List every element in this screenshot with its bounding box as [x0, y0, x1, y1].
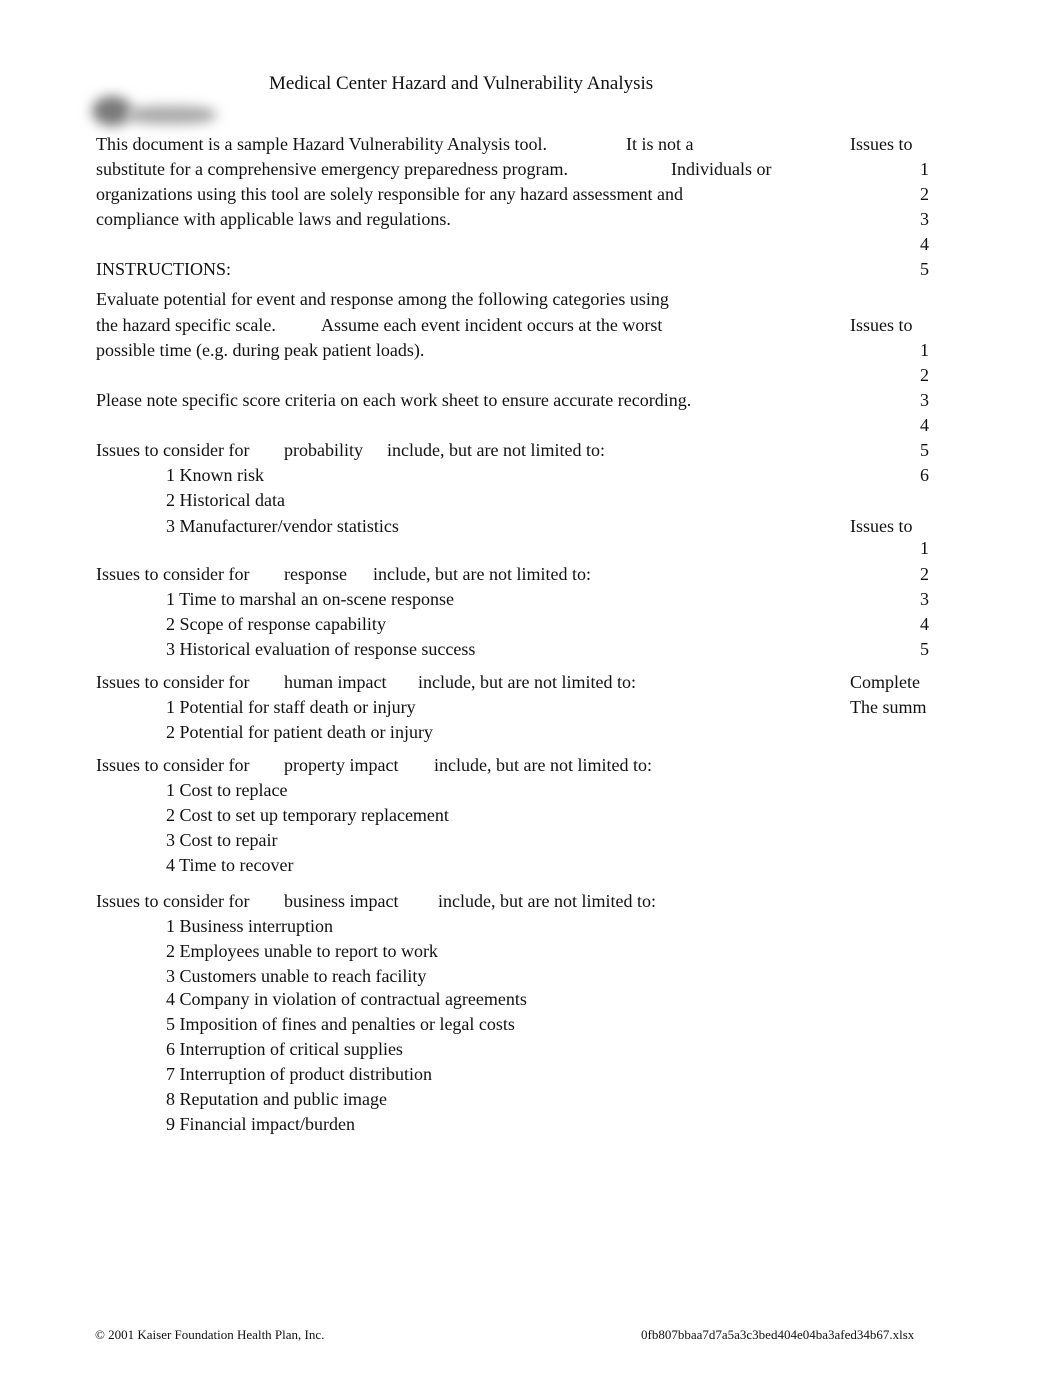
intro-line-3: organizations using this tool are solely… [96, 184, 684, 204]
instructions-note: Please note specific score criteria on e… [96, 390, 692, 410]
category-business-impact-prefix: Issues to consider for [96, 891, 250, 911]
right-column-number: 4 [920, 415, 929, 435]
category-response-suffix: include, but are not limited to: [373, 564, 591, 584]
right-column-number: 4 [920, 614, 929, 634]
instructions-line-3: possible time (e.g. during peak patient … [96, 340, 425, 360]
right-column-number: 6 [920, 465, 929, 485]
right-column-number: 1 [920, 340, 929, 360]
right-column-number: 3 [920, 209, 929, 229]
page-title: Medical Center Hazard and Vulnerability … [269, 73, 654, 94]
category-human-impact-name: human impact [284, 672, 387, 692]
list-item: 1 Business interruption [166, 916, 333, 936]
intro-line-1a: This document is a sample Hazard Vulnera… [96, 134, 548, 154]
right-column-number: 2 [920, 184, 929, 204]
category-property-impact-name: property impact [284, 755, 399, 775]
list-item: 1 Known risk [166, 465, 264, 485]
list-item: 2 Potential for patient death or injury [166, 722, 433, 742]
intro-line-2a: substitute for a comprehensive emergency… [96, 159, 568, 179]
category-probability-name: probability [284, 440, 363, 460]
list-item: 5 Imposition of fines and penalties or l… [166, 1014, 515, 1034]
instructions-line-1: Evaluate potential for event and respons… [96, 289, 669, 309]
right-column-heading: Issues to [850, 315, 913, 335]
right-column-number: 1 [920, 538, 929, 558]
footer-copyright: © 2001 Kaiser Foundation Health Plan, In… [95, 1327, 325, 1342]
list-item: 2 Employees unable to report to work [166, 941, 438, 961]
category-property-impact-suffix: include, but are not limited to: [434, 755, 652, 775]
list-item: 1 Potential for staff death or injury [166, 697, 416, 717]
list-item: 6 Interruption of critical supplies [166, 1039, 403, 1059]
footer-filename: 0fb807bbaa7d7a5a3c3bed404e04ba3afed34b67… [641, 1327, 915, 1342]
list-item: 2 Scope of response capability [166, 614, 386, 634]
intro-line-1b: It is not a [626, 134, 694, 154]
instructions-line-2b: Assume each event incident occurs at the… [321, 315, 663, 335]
list-item: 9 Financial impact/burden [166, 1114, 355, 1134]
list-item: 7 Interruption of product distribution [166, 1064, 432, 1084]
list-item: 3 Historical evaluation of response succ… [166, 639, 476, 659]
list-item: 1 Cost to replace [166, 780, 288, 800]
right-column-number: 2 [920, 365, 929, 385]
list-item: 3 Customers unable to reach facility [166, 966, 427, 986]
list-item: 3 Cost to repair [166, 830, 278, 850]
right-column-number: 5 [920, 259, 929, 279]
instructions-heading: INSTRUCTIONS: [96, 259, 232, 279]
list-item: 1 Time to marshal an on-scene response [166, 589, 454, 609]
category-human-impact-prefix: Issues to consider for [96, 672, 250, 692]
list-item: 4 Company in violation of contractual ag… [166, 989, 527, 1009]
intro-line-4: compliance with applicable laws and regu… [96, 209, 451, 229]
right-column-number: 3 [920, 589, 929, 609]
category-business-impact-suffix: include, but are not limited to: [438, 891, 656, 911]
list-item: 2 Historical data [166, 490, 285, 510]
right-column-number: 3 [920, 390, 929, 410]
category-property-impact-prefix: Issues to consider for [96, 755, 250, 775]
list-item: 2 Cost to set up temporary replacement [166, 805, 449, 825]
category-response-name: response [284, 564, 347, 584]
right-column-number: 2 [920, 564, 929, 584]
logo-wordmark [126, 106, 216, 124]
instructions-line-2a: the hazard specific scale. [96, 315, 276, 335]
right-column-heading: Issues to [850, 134, 913, 154]
category-human-impact-suffix: include, but are not limited to: [418, 672, 636, 692]
right-column-number: 4 [920, 234, 929, 254]
category-response-prefix: Issues to consider for [96, 564, 250, 584]
organization-logo-icon [88, 94, 228, 130]
intro-line-2b: Individuals or [671, 159, 772, 179]
right-column-heading: Issues to [850, 516, 913, 536]
right-column-number: 1 [920, 159, 929, 179]
right-column-number: 5 [920, 440, 929, 460]
list-item: 4 Time to recover [166, 855, 294, 875]
list-item: 8 Reputation and public image [166, 1089, 387, 1109]
list-item: 3 Manufacturer/vendor statistics [166, 516, 399, 536]
category-business-impact-name: business impact [284, 891, 399, 911]
right-column-number: 5 [920, 639, 929, 659]
category-probability-prefix: Issues to consider for [96, 440, 250, 460]
right-column-summary: The summ [850, 697, 927, 717]
category-probability-suffix: include, but are not limited to: [387, 440, 605, 460]
right-column-complete: Complete [850, 672, 920, 692]
